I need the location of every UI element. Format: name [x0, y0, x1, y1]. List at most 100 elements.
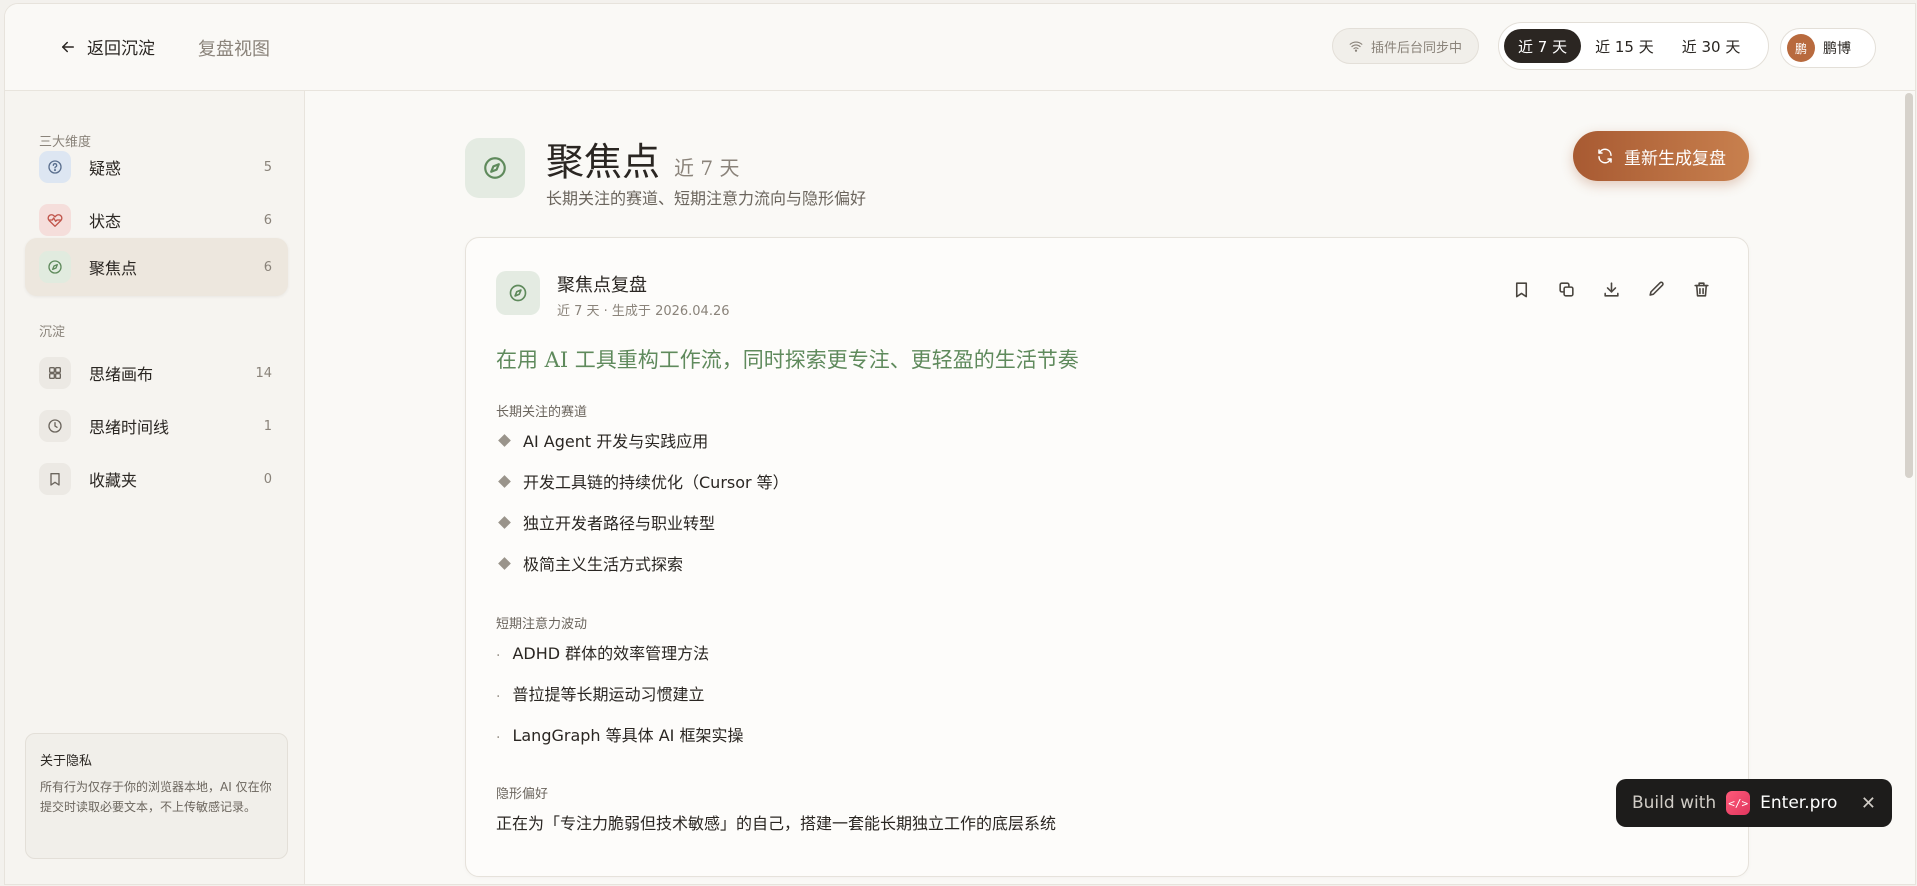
sync-status-text: 插件后台同步中: [1371, 40, 1463, 56]
page-subtitle: 长期关注的赛道、短期注意力流向与隐形偏好: [546, 189, 867, 208]
user-name: 鹏博: [1823, 41, 1851, 57]
sidebar-item-label: 思绪画布: [89, 365, 154, 384]
main-content: 聚焦点 近 7 天 长期关注的赛道、短期注意力流向与隐形偏好 重新生成复盘 聚焦…: [305, 91, 1915, 884]
section-label-deposits: 沉淀: [39, 325, 66, 340]
review-card: 聚焦点复盘 近 7 天 · 生成于 2026.04.26 在用 AI 工具重构工…: [465, 237, 1749, 877]
sidebar-item-doubts[interactable]: 疑惑 5: [25, 138, 288, 196]
diamond-bullet-icon: [498, 556, 511, 570]
refresh-icon: [1598, 148, 1612, 164]
list-item: 极简主义生活方式探索: [496, 551, 683, 575]
view-title: 复盘视图: [198, 39, 270, 60]
long-term-label: 长期关注的赛道: [496, 405, 588, 420]
scrollbar[interactable]: [1903, 91, 1915, 884]
bookmark-icon: [1515, 281, 1527, 297]
sidebar-item-timeline[interactable]: 思绪时间线 1: [25, 397, 288, 455]
list-item-text: 普拉提等长期运动习惯建立: [512, 685, 705, 704]
sidebar-item-count: 6: [263, 259, 272, 275]
dot-bullet-icon: .: [496, 685, 501, 701]
copy-icon: [1558, 281, 1574, 297]
badge-brand: Enter.pro: [1760, 793, 1838, 813]
app-frame: 返回沉淀 复盘视图 插件后台同步中 近 7 天 近 15 天 近 30 天 鹏 …: [4, 3, 1916, 885]
bookmark-button[interactable]: [1510, 278, 1532, 300]
list-item-text: ADHD 群体的效率管理方法: [512, 644, 710, 663]
list-item: . LangGraph 等具体 AI 框架实操: [496, 722, 743, 746]
download-icon: [1603, 281, 1619, 297]
sidebar-item-focus[interactable]: 聚焦点 6: [25, 238, 288, 296]
privacy-title: 关于隐私: [40, 754, 93, 769]
page-title-text: 聚焦点: [546, 140, 661, 184]
sidebar-item-label: 思绪时间线: [89, 418, 170, 437]
list-item: . ADHD 群体的效率管理方法: [496, 640, 709, 664]
wifi-icon: [1349, 41, 1363, 52]
back-label: 返回沉淀: [87, 39, 155, 59]
sidebar-item-favorites[interactable]: 收藏夹 0: [25, 450, 288, 508]
sync-status-pill: 插件后台同步中: [1332, 28, 1480, 64]
grid-icon: [39, 357, 71, 389]
sidebar-item-count: 1: [263, 418, 272, 434]
back-button[interactable]: 返回沉淀: [59, 34, 155, 59]
range-7-days-button[interactable]: 近 7 天: [1504, 29, 1582, 63]
page-title-range: 近 7 天: [674, 156, 740, 180]
compass-icon: [496, 271, 540, 315]
diamond-bullet-icon: [498, 515, 511, 529]
top-header: 返回沉淀 复盘视图 插件后台同步中 近 7 天 近 15 天 近 30 天 鹏 …: [5, 4, 1915, 91]
card-actions: [1510, 278, 1712, 300]
sidebar: 三大维度 疑惑 5 状态 6 聚焦点 6 沉淀 思绪画布 14 思绪时间线 1 …: [5, 91, 305, 884]
list-item-text: 极简主义生活方式探索: [523, 555, 684, 574]
question-icon: [39, 151, 71, 183]
sidebar-item-count: 14: [255, 365, 272, 381]
scrollbar-thumb[interactable]: [1905, 93, 1913, 478]
sidebar-item-label: 状态: [89, 212, 122, 231]
clock-icon: [39, 410, 71, 442]
list-item: 独立开发者路径与职业转型: [496, 510, 715, 534]
list-item: 开发工具链的持续优化（Cursor 等）: [496, 469, 789, 493]
sidebar-item-count: 6: [263, 212, 272, 228]
list-item-text: LangGraph 等具体 AI 框架实操: [512, 726, 744, 745]
arrow-left-icon: [62, 41, 74, 52]
hidden-preference-text: 正在为「专注力脆弱但技术敏感」的自己，搭建一套能长期独立工作的底层系统: [496, 814, 1057, 833]
delete-button[interactable]: [1690, 278, 1712, 300]
list-item-text: AI Agent 开发与实践应用: [523, 432, 709, 451]
range-15-days-button[interactable]: 近 15 天: [1581, 29, 1668, 63]
list-item-text: 独立开发者路径与职业转型: [523, 514, 716, 533]
short-term-label: 短期注意力波动: [496, 617, 588, 632]
pencil-icon: [1648, 281, 1664, 296]
compass-icon: [465, 138, 525, 198]
build-with-badge[interactable]: Build with </> Enter.pro ✕: [1616, 779, 1892, 827]
diamond-bullet-icon: [498, 433, 511, 447]
review-headline: 在用 AI 工具重构工作流，同时探索更专注、更轻盈的生活节奏: [496, 348, 1079, 372]
sidebar-item-count: 5: [263, 159, 272, 175]
diamond-bullet-icon: [498, 474, 511, 488]
compass-icon: [39, 251, 71, 283]
page-title: 聚焦点 近 7 天: [546, 131, 739, 186]
list-item: . 普拉提等长期运动习惯建立: [496, 681, 704, 705]
sidebar-item-label: 聚焦点: [89, 259, 138, 278]
close-icon[interactable]: ✕: [1861, 793, 1876, 814]
enter-logo-icon: </>: [1726, 791, 1751, 815]
sidebar-item-label: 收藏夹: [89, 471, 138, 490]
heart-pulse-icon: [39, 204, 71, 236]
privacy-note: 关于隐私 所有行为仅存于你的浏览器本地，AI 仅在你提交时读取必要文本，不上传敏…: [25, 733, 288, 859]
range-selector: 近 7 天 近 15 天 近 30 天: [1498, 22, 1769, 70]
regenerate-label: 重新生成复盘: [1624, 148, 1726, 169]
privacy-text: 所有行为仅存于你的浏览器本地，AI 仅在你提交时读取必要文本，不上传敏感记录。: [40, 780, 272, 814]
trash-icon: [1693, 281, 1709, 297]
regenerate-review-button[interactable]: 重新生成复盘: [1573, 131, 1749, 181]
sidebar-item-label: 疑惑: [89, 159, 122, 178]
download-button[interactable]: [1600, 278, 1622, 300]
user-menu[interactable]: 鹏 鹏博: [1780, 28, 1876, 68]
copy-button[interactable]: [1555, 278, 1577, 300]
card-title: 聚焦点复盘: [557, 275, 647, 296]
avatar: 鹏: [1787, 34, 1815, 62]
list-item-text: 开发工具链的持续优化（Cursor 等）: [523, 473, 789, 492]
edit-button[interactable]: [1645, 278, 1667, 300]
hidden-preference-label: 隐形偏好: [496, 787, 549, 802]
sidebar-item-count: 0: [263, 471, 272, 487]
sidebar-item-canvas[interactable]: 思绪画布 14: [25, 344, 288, 402]
bookmark-icon: [39, 463, 71, 495]
dot-bullet-icon: .: [496, 726, 501, 742]
badge-prefix: Build with: [1632, 793, 1717, 813]
list-item: AI Agent 开发与实践应用: [496, 428, 708, 452]
range-30-days-button[interactable]: 近 30 天: [1668, 29, 1755, 63]
dot-bullet-icon: .: [496, 644, 501, 660]
